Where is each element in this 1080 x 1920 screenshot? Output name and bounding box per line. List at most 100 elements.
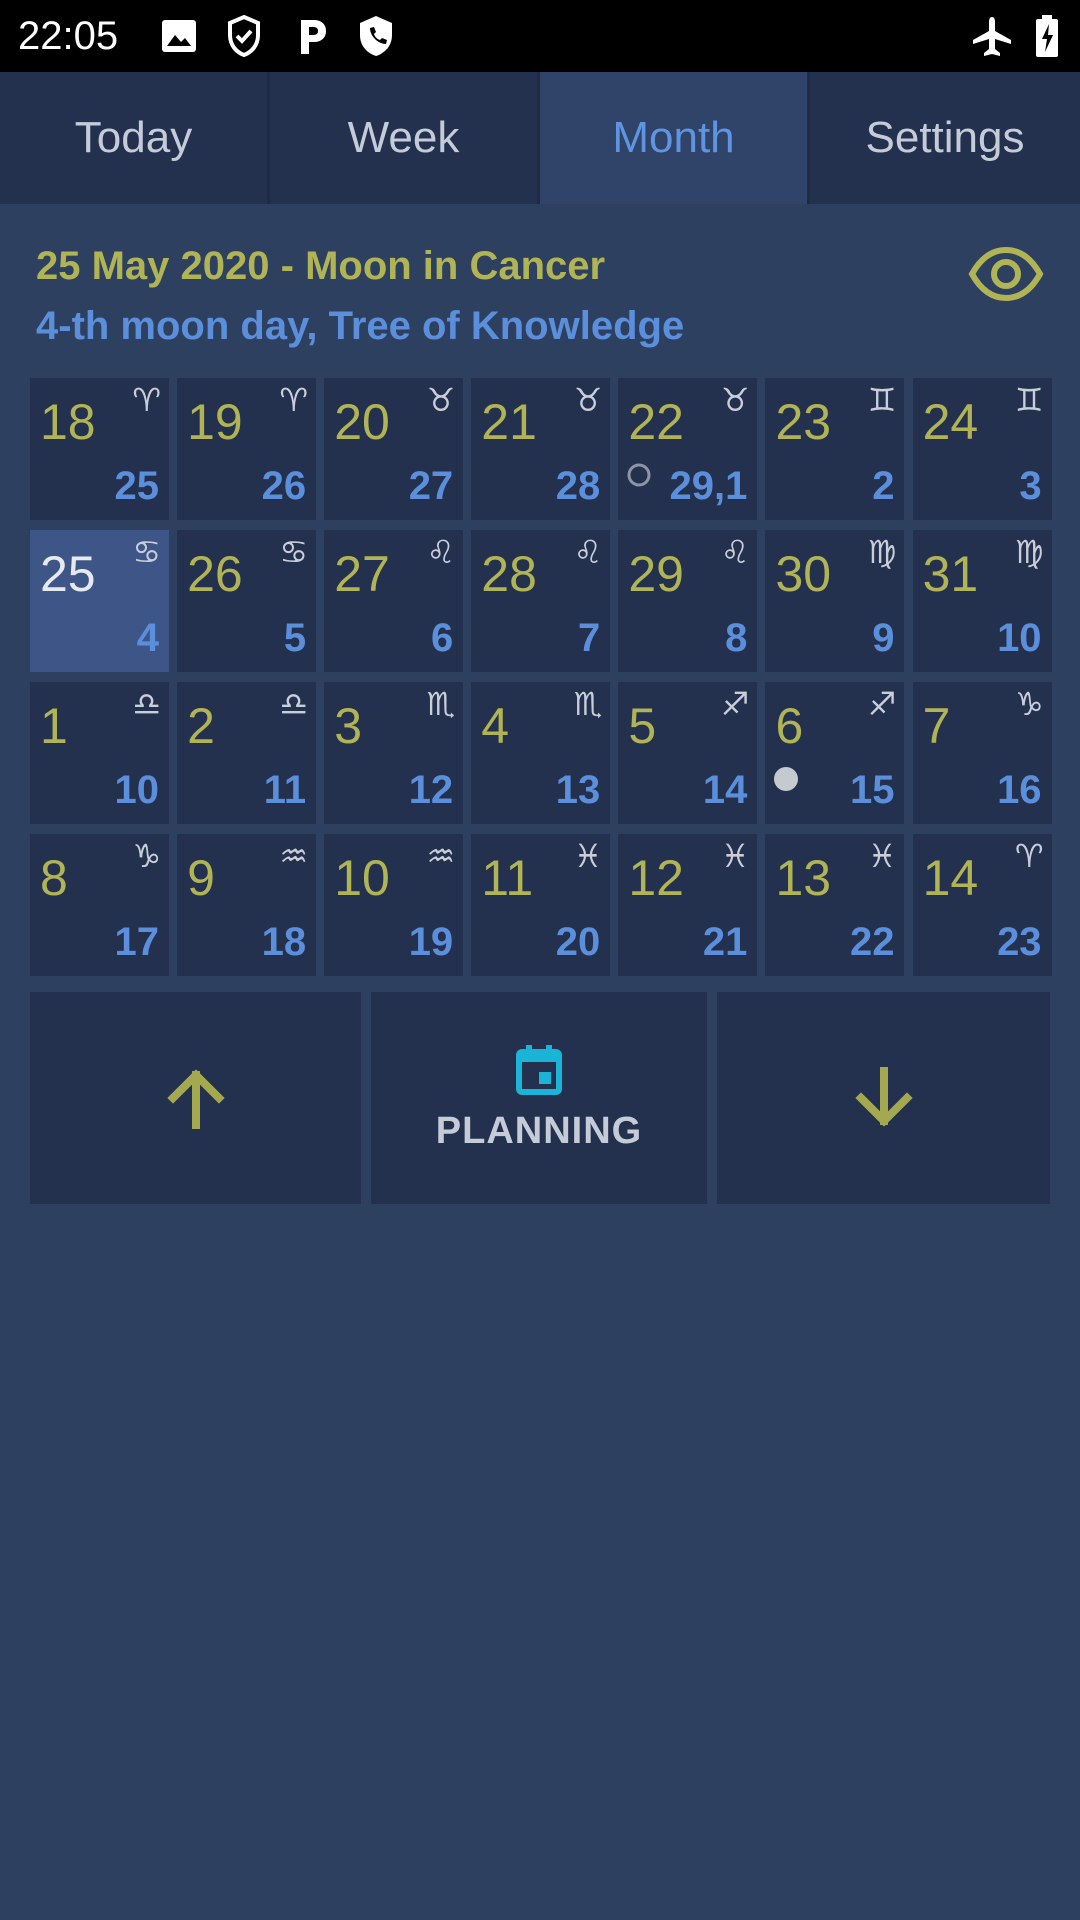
planning-label: PLANNING [435,1109,643,1152]
calendar-day-cell[interactable]: 20 ♉ 27 [324,378,464,520]
day-number: 29 [628,546,684,602]
calendar-day-cell[interactable]: 29 ♌ 8 [618,530,758,672]
moon-day-number: 17 [114,920,160,964]
day-number: 25 [40,546,96,602]
moon-day-number: 14 [702,768,748,812]
calendar-day-cell[interactable]: 23 ♊ 2 [765,378,905,520]
calendar-day-cell[interactable]: 1 ♎ 10 [30,682,169,824]
calendar-day-cell[interactable]: 2 ♎ 11 [177,682,317,824]
calendar-day-cell[interactable]: 8 ♑ 17 [30,834,169,976]
moon-day-number: 12 [408,768,454,812]
moon-day-number: 25 [114,464,160,508]
day-number: 20 [334,394,390,450]
tab-week[interactable]: Week [270,72,540,204]
tab-settings[interactable]: Settings [810,72,1080,204]
calendar-day-cell[interactable]: 4 ♏ 13 [471,682,611,824]
moon-day-number: 29,1 [669,464,748,508]
calendar-day-cell[interactable]: 7 ♑ 16 [912,682,1052,824]
moon-day-number: 6 [430,616,454,660]
zodiac-sign-icon: ♎ [132,685,161,723]
zodiac-sign-icon: ♒ [426,837,456,875]
day-number: 5 [628,698,657,754]
calendar-day-cell[interactable]: 24 ♊ 3 [912,378,1052,520]
calendar-day-cell[interactable]: 28 ♌ 7 [471,530,611,672]
day-number: 10 [334,850,390,906]
calendar-day-cell[interactable]: 9 ♒ 18 [177,834,317,976]
zodiac-sign-icon: ♍ [1014,533,1044,571]
moon-day-number: 10 [114,768,160,812]
day-number: 19 [187,394,243,450]
calendar-day-cell[interactable]: 3 ♏ 12 [324,682,464,824]
calendar-day-cell[interactable]: 25 ♋ 4 [30,530,169,672]
moon-day-number: 9 [872,616,895,660]
day-number: 22 [628,394,684,450]
zodiac-sign-icon: ♌ [720,533,750,571]
day-number: 21 [481,394,537,450]
calendar-day-cell[interactable]: 26 ♋ 5 [177,530,317,672]
calendar-day-cell[interactable]: 30 ♍ 9 [765,530,905,672]
calendar-day-cell[interactable]: 31 ♍ 10 [912,530,1052,672]
moon-day-number: 7 [578,616,601,660]
calendar-icon [516,1044,562,1095]
day-number: 13 [775,850,832,906]
calendar-day-cell[interactable]: 12 ♓ 21 [618,834,758,976]
moon-day-number: 11 [263,768,307,812]
moon-day-subtitle: 4-th moon day, Tree of Knowledge [36,304,685,348]
status-bar: 22:05 [0,0,1080,72]
calendar-day-cell[interactable]: 10 ♒ 19 [324,834,464,976]
calendar-day-cell[interactable]: 27 ♌ 6 [324,530,464,672]
calendar-day-cell[interactable]: 18 ♈ 25 [30,378,169,520]
calendar-day-cell[interactable]: 13 ♓ 22 [765,834,905,976]
zodiac-sign-icon: ♌ [426,533,456,571]
calendar-day-cell[interactable]: 14 ♈ 23 [912,834,1052,976]
tab-bar: Today Week Month Settings [0,72,1080,204]
zodiac-sign-icon: ♐ [867,685,897,723]
zodiac-sign-icon: ♏ [573,685,603,723]
planning-button[interactable]: PLANNING [371,992,707,1204]
day-number: 27 [334,546,390,602]
moon-day-number: 8 [725,616,748,660]
zodiac-sign-icon: ♊ [1014,381,1044,419]
calendar-day-cell[interactable]: 5 ♐ 14 [618,682,758,824]
zodiac-sign-icon: ♋ [132,533,161,571]
moon-day-number: 13 [555,768,601,812]
day-number: 8 [40,850,68,906]
zodiac-sign-icon: ♓ [573,837,603,875]
day-number: 11 [481,850,534,906]
date-header: 25 May 2020 - Moon in Cancer 4-th moon d… [36,236,684,356]
day-number: 9 [187,850,215,906]
eye-icon[interactable] [968,244,1044,304]
day-number: 18 [40,394,96,450]
shield-check-icon [228,14,260,58]
full-moon-icon [774,767,799,791]
status-time: 22:05 [18,14,119,58]
zodiac-sign-icon: ♏ [426,685,456,723]
parking-icon [301,20,326,54]
calendar-day-cell[interactable]: 6 ♐ 15 [765,682,905,824]
calendar-day-cell[interactable]: 11 ♓ 20 [471,834,611,976]
moon-day-number: 10 [997,616,1042,660]
moon-day-number: 27 [408,464,454,508]
tab-today[interactable]: Today [0,72,270,204]
zodiac-sign-icon: ♌ [573,533,603,571]
tab-month[interactable]: Month [540,72,810,204]
calendar-day-cell[interactable]: 19 ♈ 26 [177,378,317,520]
zodiac-sign-icon: ♓ [867,837,897,875]
day-number: 23 [775,394,832,450]
day-number: 12 [628,850,684,906]
month-calendar-grid: 18 ♈ 25 19 ♈ 26 20 ♉ 27 21 ♉ 28 22 ♉ 29,1 23 ♊ 2 24 ♊ 3 25 ♋ 4 2… [30,378,1052,976]
calendar-day-cell[interactable]: 22 ♉ 29,1 [618,378,758,520]
calendar-day-cell[interactable]: 21 ♉ 28 [471,378,611,520]
moon-day-number: 5 [283,616,307,660]
day-number: 3 [334,698,362,754]
next-month-button[interactable] [717,992,1050,1204]
battery-charging-icon [1036,15,1058,57]
zodiac-sign-icon: ♈ [1014,837,1044,875]
zodiac-sign-icon: ♐ [720,685,750,723]
day-number: 31 [922,546,979,602]
zodiac-sign-icon: ♑ [1014,685,1044,723]
moon-day-number: 20 [555,920,601,964]
day-number: 1 [40,698,68,754]
previous-month-button[interactable] [30,992,361,1204]
zodiac-sign-icon: ♍ [867,533,897,571]
